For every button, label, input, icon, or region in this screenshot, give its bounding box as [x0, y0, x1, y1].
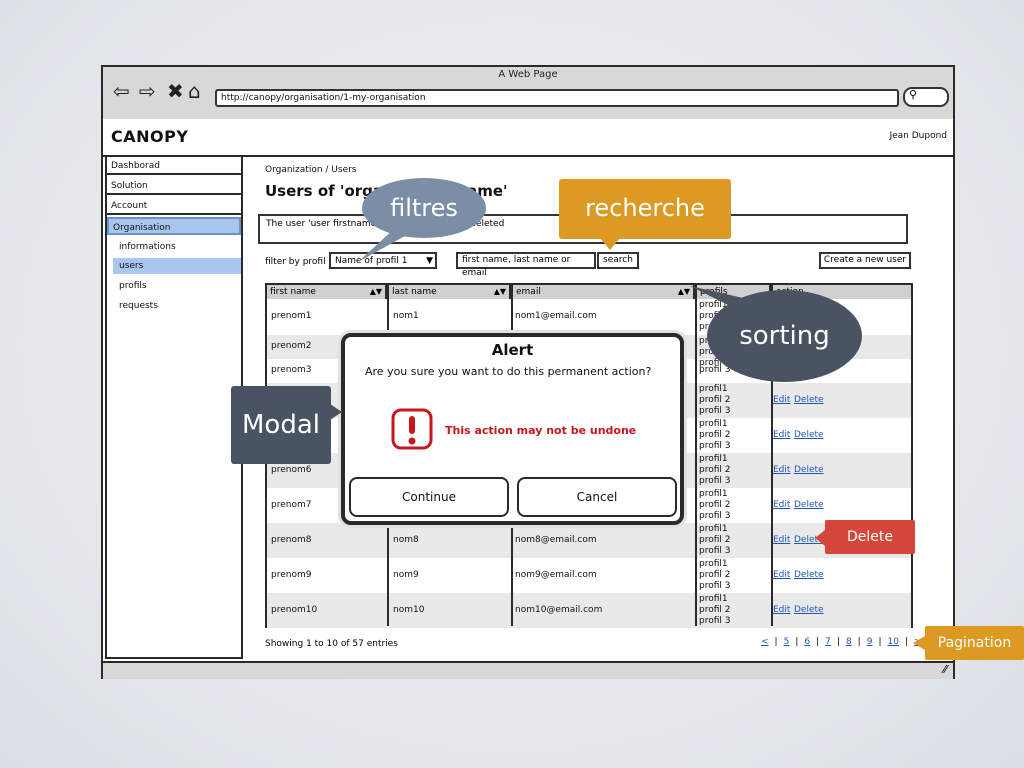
annotation-recherche: recherche — [559, 179, 731, 239]
callout-pointers — [330, 228, 925, 650]
annotation-pagination: Pagination — [925, 626, 1024, 660]
annotation-delete: Delete — [825, 520, 915, 554]
annotation-modal: Modal — [231, 386, 331, 464]
annotation-sorting: sorting — [707, 290, 862, 382]
annotation-filtres: filtres — [362, 178, 486, 238]
